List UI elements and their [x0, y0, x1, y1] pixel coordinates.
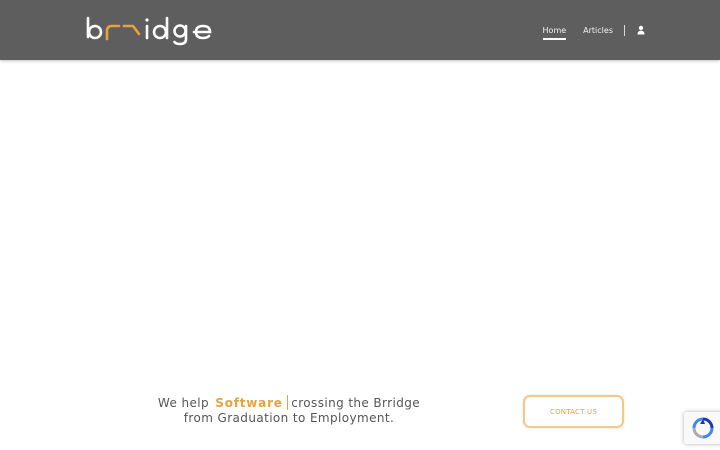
contact-us-button[interactable]: CONTACT US — [523, 395, 624, 428]
brridge-logo-mark — [86, 16, 212, 46]
recaptcha-icon — [692, 417, 714, 439]
typing-cursor — [286, 395, 289, 410]
brridge-logo[interactable] — [85, 15, 217, 47]
nav-articles[interactable]: Articles — [583, 26, 613, 35]
top-navbar: Home Articles — [0, 0, 720, 60]
page: Home Articles We help Software crossing t… — [0, 0, 720, 450]
main-nav: Home Articles — [542, 0, 646, 60]
user-icon[interactable] — [636, 25, 646, 35]
tagline-line2: from Graduation to Employment. — [183, 411, 395, 425]
recaptcha-badge[interactable] — [684, 412, 720, 444]
tagline-highlight: Software — [215, 396, 283, 410]
nav-divider — [624, 24, 625, 36]
tagline-suffix: crossing the Brridge — [291, 396, 421, 410]
tagline-prefix: We help — [157, 396, 210, 410]
nav-home[interactable]: Home — [542, 26, 566, 40]
hero-tagline: We help Software crossing the Brridge fro… — [140, 395, 438, 426]
